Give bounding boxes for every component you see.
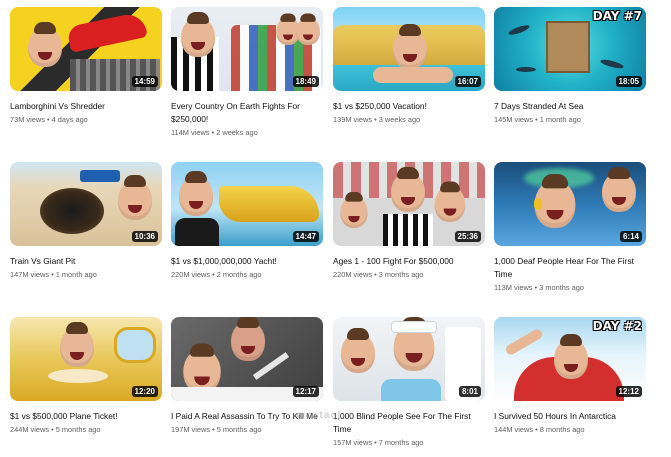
video-meta: 244M views • 5 months ago [10,425,101,434]
video-title[interactable]: Ages 1 - 100 Fight For $500,000 [333,255,485,268]
view-count: 220M views [333,270,373,279]
video-meta: 220M views • 3 months ago [333,270,424,279]
video-duration: 14:47 [292,231,319,242]
view-count: 113M views [494,283,533,292]
video-card[interactable]: DAY #7 18:05 7 Days Stranded At Sea 145M… [494,7,646,125]
video-card[interactable]: 12:20 $1 vs $500,000 Plane Ticket! 244M … [10,317,162,435]
video-card[interactable]: 14:59 Lamborghini Vs Shredder 73M views … [10,7,162,125]
video-meta: 113M views • 3 months ago [494,283,584,292]
upload-age: 1 month ago [539,115,581,124]
view-count: 114M views [171,128,210,137]
video-duration: 12:20 [131,386,158,397]
video-title[interactable]: $1 vs $250,000 Vacation! [333,100,485,113]
view-count: 220M views [171,270,211,279]
video-thumbnail[interactable]: 6:14 [494,162,646,246]
video-meta: 139M views • 3 weeks ago [333,115,421,124]
video-duration: 18:49 [292,76,319,87]
upload-age: 5 months ago [216,425,262,434]
video-meta: 145M views • 1 month ago [494,115,581,124]
view-count: 244M views [10,425,50,434]
video-duration: 18:05 [615,76,642,87]
video-title[interactable]: $1 vs $500,000 Plane Ticket! [10,410,162,423]
video-thumbnail[interactable]: DAY #2 12:12 [494,317,646,401]
video-duration: 12:12 [615,386,642,397]
video-thumbnail[interactable]: 12:17 [171,317,323,401]
video-meta: 157M views • 7 months ago [333,438,424,447]
video-duration: 6:14 [619,231,642,242]
video-duration: 12:17 [292,386,319,397]
upload-age: 7 months ago [378,438,424,447]
video-thumbnail[interactable]: 10:36 [10,162,162,246]
video-grid: 14:59 Lamborghini Vs Shredder 73M views … [0,0,671,457]
video-card[interactable]: 10:36 Train Vs Giant Pit 147M views • 1 … [10,162,162,280]
video-title[interactable]: I Survived 50 Hours In Antarctica [494,410,646,423]
video-meta: 147M views • 1 month ago [10,270,97,279]
video-title[interactable]: 1,000 Deaf People Hear For The First Tim… [494,255,646,281]
video-duration: 25:36 [454,231,481,242]
view-count: 144M views [494,425,534,434]
upload-age: 3 weeks ago [378,115,421,124]
upload-age: 4 days ago [51,115,88,124]
upload-age: 3 months ago [539,283,584,292]
watermark: mostaql [296,410,342,421]
video-title[interactable]: Every Country On Earth Fights For $250,0… [171,100,323,126]
video-thumbnail[interactable]: 8:01 [333,317,485,401]
video-title[interactable]: 7 Days Stranded At Sea [494,100,646,113]
video-thumbnail[interactable]: 25:36 [333,162,485,246]
video-thumbnail[interactable]: 16:07 [333,7,485,91]
video-duration: 10:36 [131,231,158,242]
upload-age: 1 month ago [55,270,97,279]
video-card[interactable]: 8:01 1,000 Blind People See For The Firs… [333,317,485,448]
video-meta: 73M views • 4 days ago [10,115,88,124]
video-title[interactable]: $1 vs $1,000,000,000 Yacht! [171,255,323,268]
day-badge: DAY #7 [592,9,642,23]
video-duration: 14:59 [131,76,158,87]
video-meta: 197M views • 5 months ago [171,425,262,434]
video-card[interactable]: 25:36 Ages 1 - 100 Fight For $500,000 22… [333,162,485,280]
view-count: 197M views [171,425,211,434]
view-count: 145M views [494,115,534,124]
video-thumbnail[interactable]: 14:59 [10,7,162,91]
video-card[interactable]: DAY #2 12:12 I Survived 50 Hours In Anta… [494,317,646,435]
video-thumbnail[interactable]: 12:20 [10,317,162,401]
video-title[interactable]: Train Vs Giant Pit [10,255,162,268]
video-duration: 16:07 [454,76,481,87]
video-title[interactable]: Lamborghini Vs Shredder [10,100,162,113]
video-card[interactable]: 16:07 $1 vs $250,000 Vacation! 139M view… [333,7,485,125]
upload-age: 2 months ago [216,270,262,279]
upload-age: 3 months ago [378,270,424,279]
video-card[interactable]: 6:14 1,000 Deaf People Hear For The Firs… [494,162,646,293]
video-thumbnail[interactable]: 14:47 [171,162,323,246]
video-meta: 220M views • 2 months ago [171,270,262,279]
view-count: 147M views [10,270,50,279]
upload-age: 8 months ago [539,425,585,434]
upload-age: 5 months ago [55,425,101,434]
video-meta: 114M views • 2 weeks ago [171,128,258,137]
video-duration: 8:01 [458,386,481,397]
video-card[interactable]: 14:47 $1 vs $1,000,000,000 Yacht! 220M v… [171,162,323,280]
view-count: 73M views [10,115,45,124]
day-badge: DAY #2 [592,319,642,333]
video-thumbnail[interactable]: 18:49 [171,7,323,91]
video-meta: 144M views • 8 months ago [494,425,585,434]
video-thumbnail[interactable]: DAY #7 18:05 [494,7,646,91]
view-count: 157M views [333,438,373,447]
video-title[interactable]: 1,000 Blind People See For The First Tim… [333,410,485,436]
upload-age: 2 weeks ago [216,128,258,137]
view-count: 139M views [333,115,373,124]
video-card[interactable]: 18:49 Every Country On Earth Fights For … [171,7,323,138]
